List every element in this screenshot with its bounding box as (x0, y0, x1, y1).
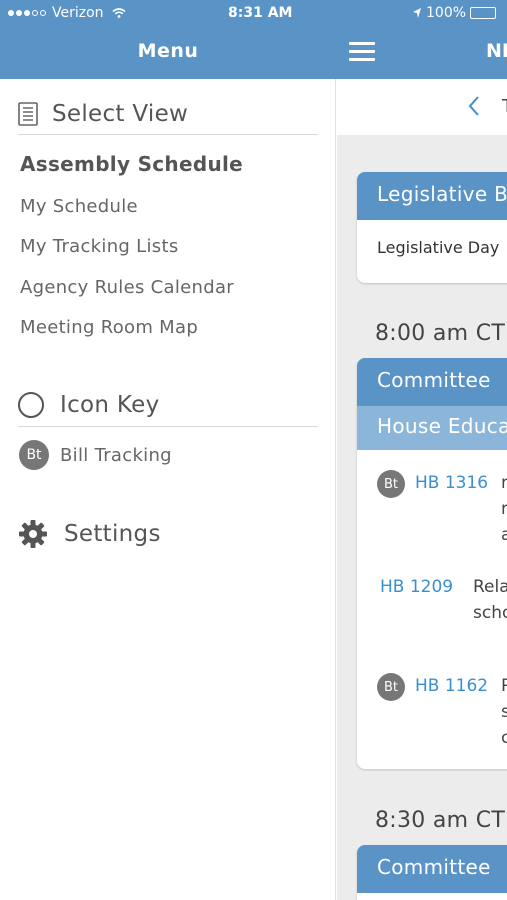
divider (18, 426, 318, 427)
top-bar: Verizon 8:31 AM 100% Menu NE (0, 0, 507, 79)
carrier-indicator: Verizon (8, 5, 126, 21)
committee-card[interactable]: Committee House Educa Bt HB 1316 r r a H… (357, 358, 507, 769)
bill-link[interactable]: HB 1209 (380, 577, 453, 597)
bill-description: r r a (501, 473, 507, 545)
divider (18, 134, 318, 135)
card-subheader: House Educa (357, 406, 507, 450)
select-view-label: Select View (52, 101, 189, 127)
wifi-icon (112, 8, 126, 18)
carrier-name: Verizon (52, 5, 104, 21)
bill-tracking-badge-icon: Bt (19, 440, 49, 470)
side-menu: Select View Assembly Schedule My Schedul… (0, 79, 336, 900)
gear-icon (19, 520, 47, 548)
list-document-icon (18, 102, 38, 126)
schedule-panel: T Legislative B Legislative Day 8:00 am … (337, 79, 507, 900)
bill-description: Rela scho (473, 577, 507, 623)
circle-icon (18, 392, 44, 418)
menu-item-my-tracking-lists[interactable]: My Tracking Lists (20, 236, 179, 257)
card-body: Legislative Day (377, 238, 500, 257)
icon-key-header: Icon Key (18, 392, 160, 418)
status-time: 8:31 AM (228, 5, 293, 21)
bill-tracking-label: Bill Tracking (60, 444, 172, 466)
menu-item-meeting-room-map[interactable]: Meeting Room Map (20, 317, 198, 338)
legislative-day-card[interactable]: Legislative B Legislative Day (357, 172, 507, 283)
status-bar: Verizon 8:31 AM 100% (0, 0, 507, 28)
icon-key-bill-tracking: Bt Bill Tracking (19, 440, 172, 470)
bill-tracking-badge-icon: Bt (377, 470, 405, 498)
bill-link[interactable]: HB 1316 (415, 473, 488, 493)
battery-icon (470, 7, 497, 19)
card-header: Legislative B (357, 172, 507, 220)
status-right: 100% (412, 5, 497, 21)
menu-item-my-schedule[interactable]: My Schedule (20, 196, 138, 217)
menu-item-agency-rules-calendar[interactable]: Agency Rules Calendar (20, 277, 234, 298)
date-label: T (502, 96, 507, 117)
time-heading: 8:00 am CT (375, 321, 506, 346)
settings-item[interactable]: Settings (18, 519, 161, 549)
chevron-left-icon[interactable] (467, 95, 481, 117)
icon-key-label: Icon Key (60, 392, 160, 418)
committee-card[interactable]: Committee (357, 845, 507, 900)
settings-label: Settings (64, 521, 161, 547)
signal-strength-icon (8, 10, 46, 16)
card-header: Committee (357, 845, 507, 893)
menu-title: Menu (137, 40, 199, 62)
menu-item-assembly-schedule[interactable]: Assembly Schedule (20, 152, 243, 176)
bill-link[interactable]: HB 1162 (415, 676, 488, 696)
card-header: Committee (357, 358, 507, 406)
main-page-title: NE (486, 40, 507, 62)
bill-tracking-badge-icon: Bt (377, 673, 405, 701)
battery-percent: 100% (426, 5, 467, 21)
date-navigator: T (337, 79, 507, 135)
select-view-header: Select View (18, 101, 188, 127)
bill-description: P s c (501, 676, 507, 748)
time-heading: 8:30 am CT (375, 808, 506, 833)
location-arrow-icon (413, 8, 421, 18)
hamburger-menu-icon[interactable] (349, 42, 375, 62)
